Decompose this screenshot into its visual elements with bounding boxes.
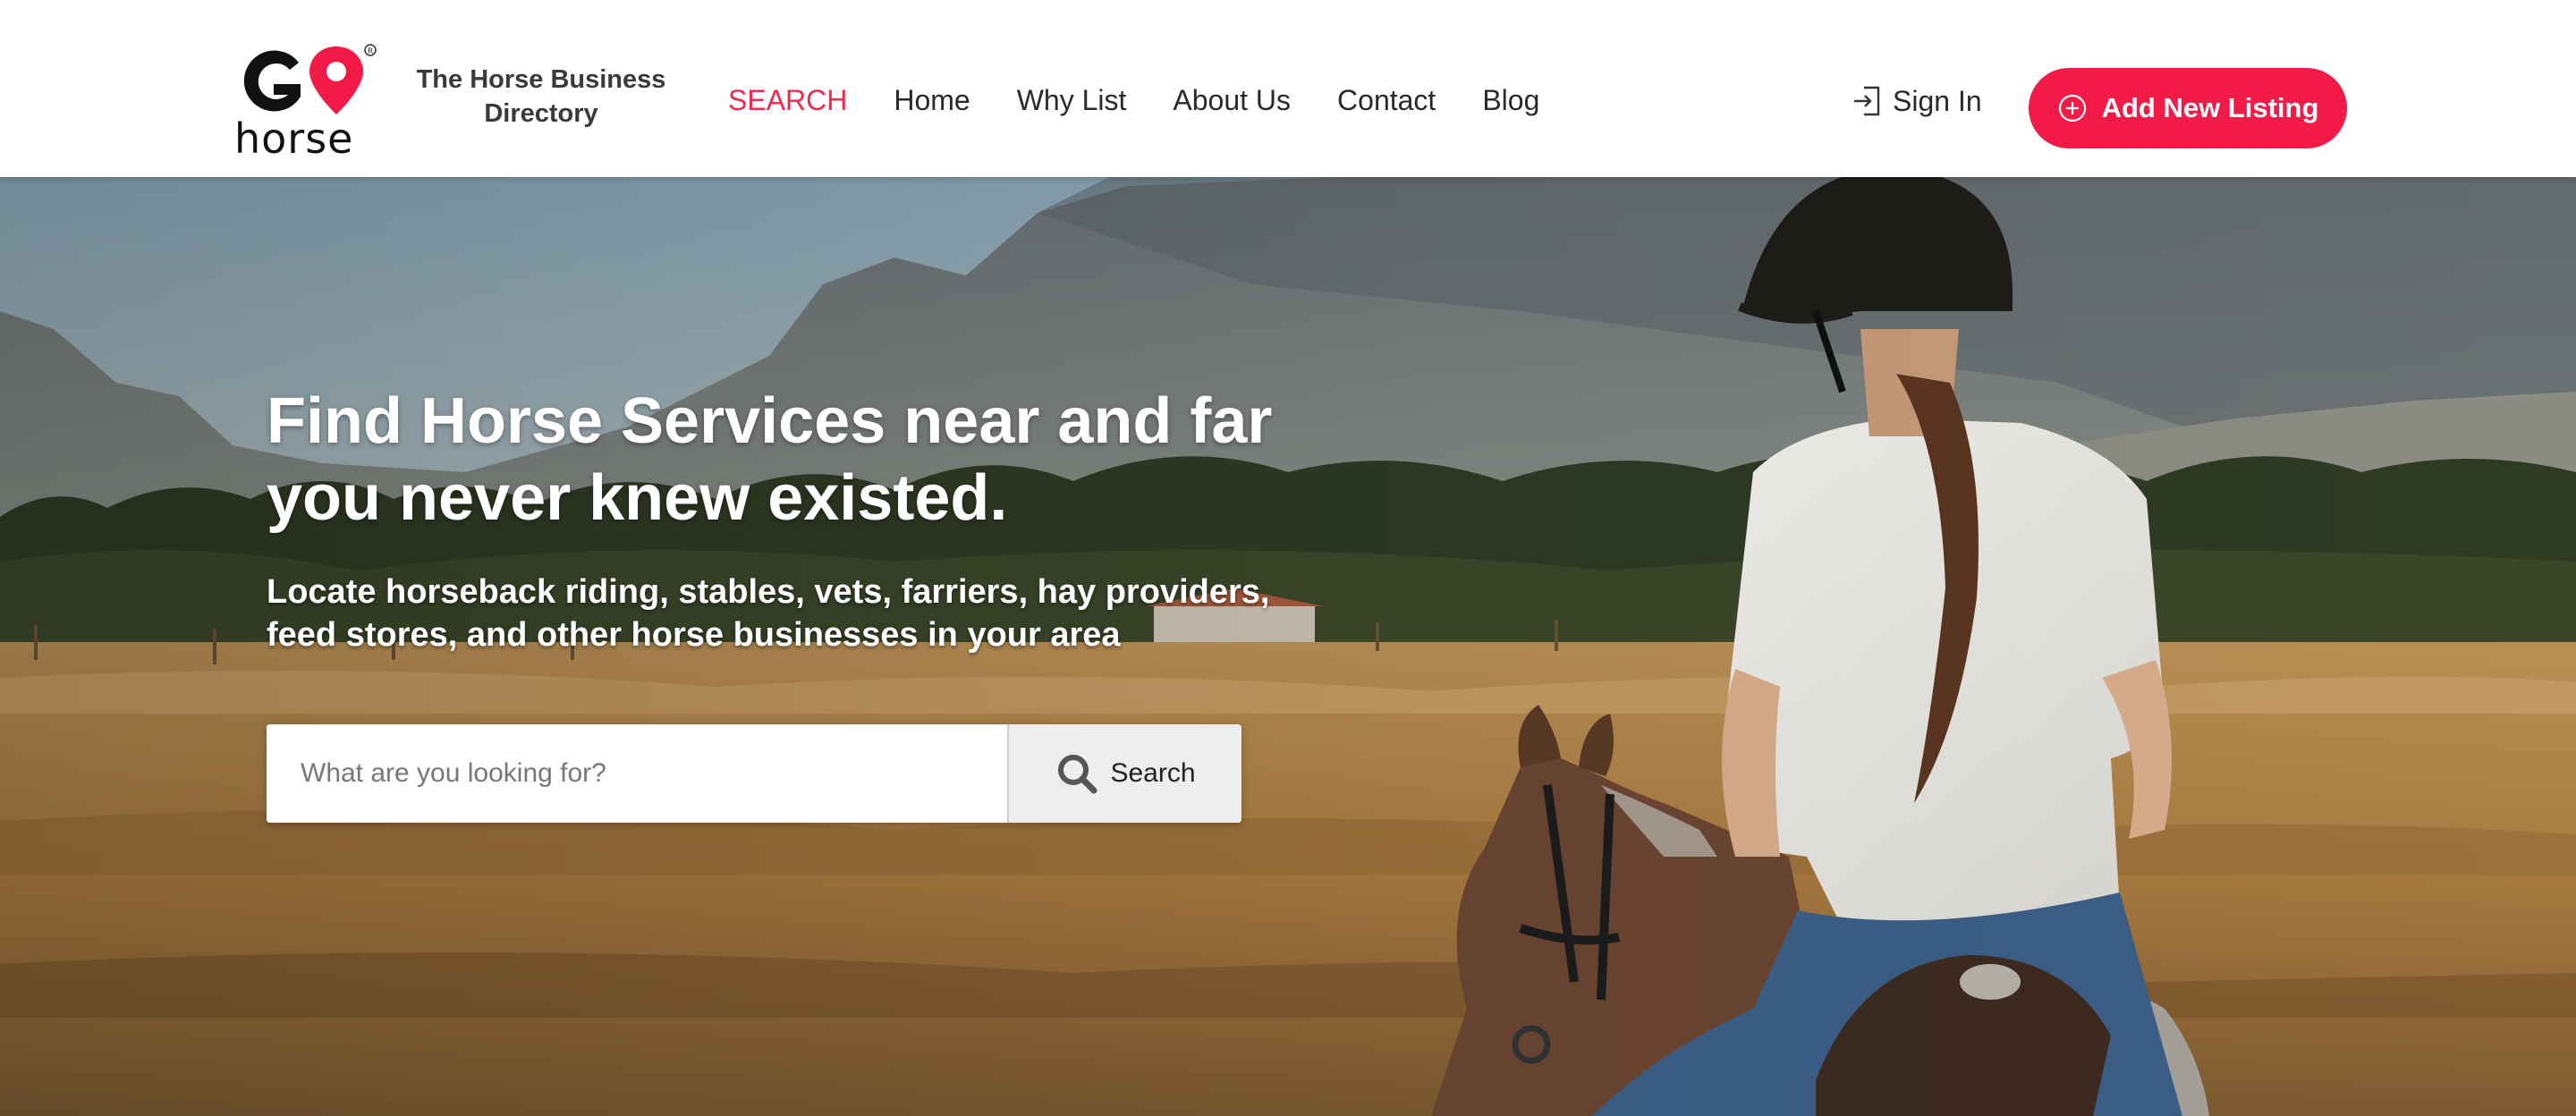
nav-home[interactable]: Home (894, 82, 970, 118)
search-icon (1058, 755, 1097, 794)
search-button[interactable]: Search (1007, 724, 1241, 823)
add-new-listing-button[interactable]: Add New Listing (2029, 68, 2347, 148)
search-input[interactable] (267, 724, 1007, 823)
hero-section: Find Horse Services near and far you nev… (0, 177, 2576, 1116)
gohorse-logo[interactable]: R horse (231, 41, 383, 163)
sign-in-link[interactable]: Sign In (1852, 84, 1982, 118)
hero-subtitle: Locate horseback riding, stables, vets, … (267, 573, 1270, 654)
nav-why-list[interactable]: Why List (1017, 82, 1127, 118)
svg-text:R: R (368, 47, 373, 56)
site-header: R horse The Horse Business Directory SEA… (0, 0, 2576, 177)
search-bar: Search (267, 724, 1241, 823)
search-button-label: Search (1110, 758, 1196, 788)
nav-blog[interactable]: Blog (1482, 82, 1539, 118)
hero-title: Find Horse Services near and far you nev… (267, 385, 1273, 534)
nav-contact[interactable]: Contact (1337, 82, 1436, 118)
sign-in-icon (1854, 86, 1880, 116)
logo-word: horse (234, 114, 354, 163)
nav-about-us[interactable]: About Us (1173, 82, 1291, 118)
nav-search[interactable]: SEARCH (728, 82, 847, 118)
add-new-listing-label: Add New Listing (2101, 92, 2319, 123)
main-nav: SEARCH Home Why List About Us Contact Bl… (728, 82, 1586, 118)
sign-in-label: Sign In (1893, 84, 1982, 117)
site-tagline: The Horse Business Directory (416, 65, 666, 128)
plus-circle-icon (2058, 94, 2086, 123)
